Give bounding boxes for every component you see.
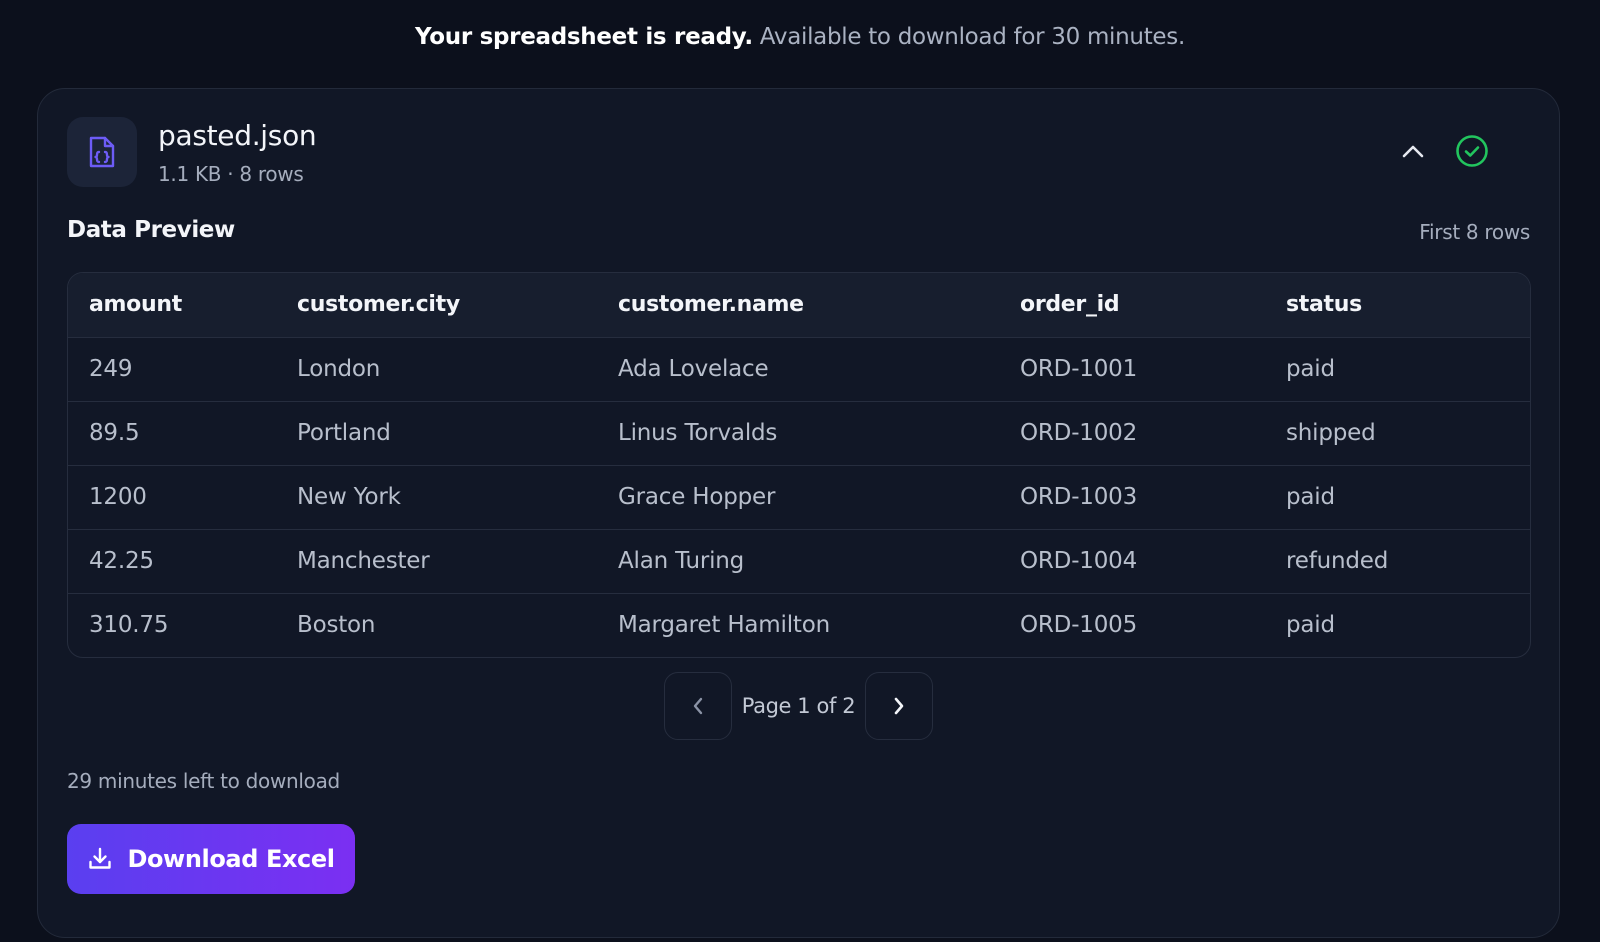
data-preview-title: Data Preview [67, 217, 235, 243]
chevron-left-icon [693, 697, 703, 715]
cell-customer-name: Linus Torvalds [618, 420, 778, 446]
table-row: 310.75 Boston Margaret Hamilton ORD-1005… [68, 593, 1530, 657]
cell-customer-name: Grace Hopper [618, 484, 776, 510]
data-preview-note: First 8 rows [1419, 220, 1530, 244]
download-icon [89, 847, 112, 869]
cell-customer-city: Manchester [297, 548, 430, 574]
column-header-status: status [1286, 292, 1362, 318]
column-header-amount: amount [89, 292, 182, 318]
table-row: 1200 New York Grace Hopper ORD-1003 paid [68, 465, 1530, 529]
download-time-left: 29 minutes left to download [67, 769, 340, 793]
cell-order-id: ORD-1001 [1020, 356, 1138, 382]
cell-status: paid [1286, 356, 1335, 382]
file-name: pasted.json [158, 119, 317, 152]
column-header-order-id: order_id [1020, 292, 1120, 318]
column-header-customer-name: customer.name [618, 292, 804, 318]
ready-banner-title: Your spreadsheet is ready. [415, 24, 753, 50]
cell-amount: 1200 [89, 484, 147, 510]
download-excel-label: Download Excel [127, 845, 335, 873]
cell-customer-name: Alan Turing [618, 548, 745, 574]
cell-status: paid [1286, 484, 1335, 510]
next-page-button[interactable] [865, 672, 933, 740]
ready-banner: Your spreadsheet is ready. Available to … [0, 24, 1600, 50]
table-row: 42.25 Manchester Alan Turing ORD-1004 re… [68, 529, 1530, 593]
cell-customer-city: London [297, 356, 381, 382]
json-file-icon [67, 117, 137, 187]
collapse-button[interactable] [1395, 133, 1431, 169]
previous-page-button[interactable] [664, 672, 732, 740]
file-meta: 1.1 KB · 8 rows [158, 162, 304, 186]
cell-order-id: ORD-1002 [1020, 420, 1138, 446]
cell-customer-city: Portland [297, 420, 391, 446]
cell-order-id: ORD-1003 [1020, 484, 1138, 510]
table-header-row: amount customer.city customer.name order… [68, 273, 1530, 337]
cell-order-id: ORD-1005 [1020, 612, 1138, 639]
cell-customer-name: Ada Lovelace [618, 356, 769, 382]
table-row: 249 London Ada Lovelace ORD-1001 paid [68, 337, 1530, 401]
ready-banner-note: Available to download for 30 minutes. [752, 24, 1185, 50]
column-header-customer-city: customer.city [297, 292, 460, 318]
chevron-up-icon [1402, 145, 1424, 158]
cell-customer-city: New York [297, 484, 401, 510]
cell-status: refunded [1286, 548, 1389, 574]
cell-status: shipped [1286, 420, 1376, 446]
data-preview-table: amount customer.city customer.name order… [67, 272, 1531, 658]
chevron-right-icon [894, 697, 904, 715]
cell-amount: 42.25 [89, 548, 154, 574]
page-indicator: Page 1 of 2 [741, 694, 856, 718]
check-circle-icon [1454, 133, 1490, 169]
download-excel-button[interactable]: Download Excel [67, 824, 355, 894]
file-card: pasted.json 1.1 KB · 8 rows Data Preview… [37, 88, 1560, 938]
cell-amount: 249 [89, 356, 133, 382]
cell-amount: 310.75 [89, 612, 169, 639]
cell-order-id: ORD-1004 [1020, 548, 1138, 574]
table-row: 89.5 Portland Linus Torvalds ORD-1002 sh… [68, 401, 1530, 465]
cell-amount: 89.5 [89, 420, 140, 446]
cell-status: paid [1286, 612, 1335, 639]
cell-customer-city: Boston [297, 612, 376, 639]
cell-customer-name: Margaret Hamilton [618, 612, 830, 639]
